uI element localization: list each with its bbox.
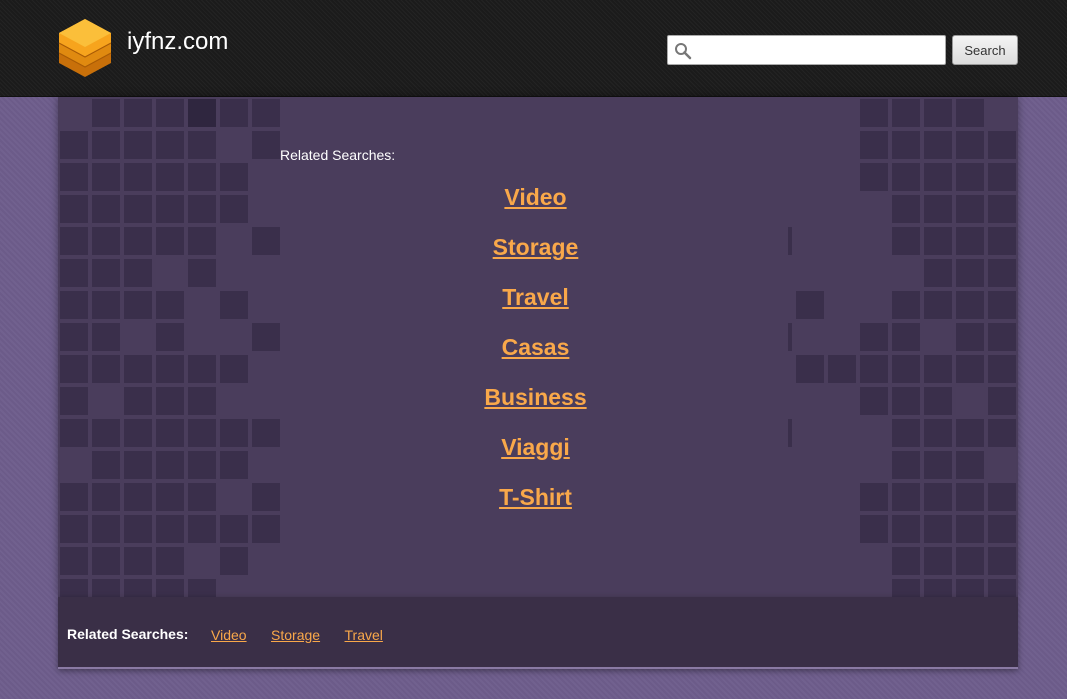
related-link-casas[interactable]: Casas	[58, 331, 1013, 381]
related-link-video[interactable]: Video	[58, 181, 1013, 231]
decorative-tile	[60, 579, 88, 597]
search-button[interactable]: Search	[952, 35, 1018, 65]
site-name[interactable]: iyfnz.com	[127, 28, 228, 56]
decorative-tile	[188, 131, 216, 159]
decorative-tile	[924, 99, 952, 127]
related-link-storage[interactable]: Storage	[58, 231, 1013, 281]
decorative-tile	[988, 131, 1016, 159]
decorative-tile	[92, 99, 120, 127]
decorative-tile	[124, 99, 152, 127]
related-links-list: Video Storage Travel Casas Business Viag…	[58, 181, 1013, 531]
decorative-tile	[92, 131, 120, 159]
decorative-tile	[252, 99, 280, 127]
decorative-tile	[156, 99, 184, 127]
header-bar: iyfnz.com Search	[0, 0, 1067, 97]
footer-related-label: Related Searches:	[67, 626, 189, 642]
decorative-tile	[956, 99, 984, 127]
decorative-tile	[124, 131, 152, 159]
related-searches-label: Related Searches:	[280, 147, 396, 163]
related-link-travel[interactable]: Travel	[58, 281, 1013, 331]
footer-link-travel[interactable]: Travel	[345, 627, 383, 643]
related-link-viaggi[interactable]: Viaggi	[58, 431, 1013, 481]
footer-link-video[interactable]: Video	[211, 627, 247, 643]
decorative-tile	[956, 579, 984, 597]
decorative-tile	[92, 547, 120, 575]
decorative-tile	[156, 547, 184, 575]
decorative-tile	[988, 547, 1016, 575]
search-box[interactable]	[667, 35, 946, 65]
related-link-t-shirt[interactable]: T-Shirt	[58, 481, 1013, 531]
decorative-tile	[60, 131, 88, 159]
decorative-tile	[892, 547, 920, 575]
decorative-tile	[188, 579, 216, 597]
footer-bar: Related Searches: Video Storage Travel	[58, 597, 1018, 669]
decorative-tile	[156, 579, 184, 597]
decorative-tile	[124, 579, 152, 597]
main-panel: Related Searches: Video Storage Travel C…	[58, 97, 1018, 597]
decorative-tile	[60, 547, 88, 575]
search-input[interactable]	[694, 38, 942, 62]
decorative-tile	[892, 99, 920, 127]
decorative-tile	[988, 579, 1016, 597]
decorative-tile	[924, 579, 952, 597]
decorative-tile	[924, 131, 952, 159]
decorative-tile	[124, 547, 152, 575]
footer-link-storage[interactable]: Storage	[271, 627, 320, 643]
decorative-tile	[220, 99, 248, 127]
decorative-tile	[860, 131, 888, 159]
decorative-tile	[956, 547, 984, 575]
decorative-tile	[956, 131, 984, 159]
decorative-tile	[92, 579, 120, 597]
decorative-tile	[860, 99, 888, 127]
decorative-tile	[252, 131, 280, 159]
decorative-tile	[188, 99, 216, 127]
decorative-tile	[892, 131, 920, 159]
decorative-tile	[220, 547, 248, 575]
stacked-layers-icon[interactable]	[57, 17, 113, 79]
decorative-tile	[892, 579, 920, 597]
decorative-tile	[924, 547, 952, 575]
decorative-tile	[156, 131, 184, 159]
related-link-business[interactable]: Business	[58, 381, 1013, 431]
magnifier-icon	[675, 43, 692, 60]
footer-links: Video Storage Travel	[211, 627, 403, 645]
